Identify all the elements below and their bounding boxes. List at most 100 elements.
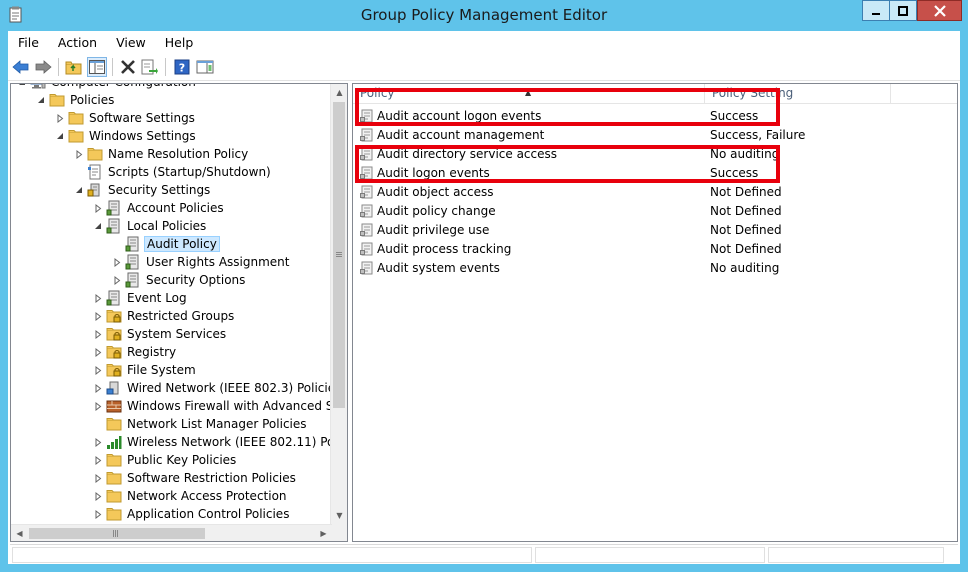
tree-item[interactable]: Audit Policy bbox=[111, 235, 220, 253]
console-tree[interactable]: Computer Configuration Policies Software S… bbox=[11, 84, 332, 524]
tree-item[interactable]: Policies bbox=[35, 91, 116, 109]
collapsed-arrow-icon[interactable] bbox=[111, 253, 123, 271]
show-hide-console-tree-button[interactable] bbox=[87, 57, 107, 77]
folder-icon bbox=[106, 506, 122, 522]
expander-placeholder bbox=[92, 415, 104, 433]
collapsed-arrow-icon[interactable] bbox=[92, 505, 104, 523]
tree-horizontal-scroll-thumb[interactable] bbox=[29, 528, 205, 539]
show-hide-action-pane-button[interactable] bbox=[195, 57, 215, 77]
tree-item[interactable]: Account Policies bbox=[92, 199, 226, 217]
tree-item[interactable]: User Rights Assignment bbox=[111, 253, 291, 271]
scroll-left-arrow-icon[interactable]: ◀ bbox=[11, 525, 28, 541]
maximize-button[interactable] bbox=[889, 0, 917, 21]
collapsed-arrow-icon[interactable] bbox=[92, 361, 104, 379]
tree-item[interactable]: Local Policies bbox=[92, 217, 208, 235]
tree-item[interactable]: Network Access Protection bbox=[92, 487, 289, 505]
tree-item[interactable]: Computer Configuration bbox=[16, 84, 198, 91]
collapsed-arrow-icon[interactable] bbox=[92, 289, 104, 307]
tree-item-label: Name Resolution Policy bbox=[108, 147, 249, 161]
menu-action[interactable]: Action bbox=[48, 35, 106, 50]
tree-item[interactable]: Security Options bbox=[111, 271, 247, 289]
export-list-button[interactable] bbox=[140, 57, 160, 77]
wireless-network-icon bbox=[106, 434, 122, 450]
collapsed-arrow-icon[interactable] bbox=[92, 325, 104, 343]
locked-folder-icon bbox=[106, 308, 122, 324]
tree-item[interactable]: Software Settings bbox=[54, 109, 197, 127]
policy-icon bbox=[125, 236, 141, 252]
tree-horizontal-scrollbar[interactable]: ◀ ▶ bbox=[11, 524, 332, 541]
menu-file[interactable]: File bbox=[8, 35, 48, 50]
collapsed-arrow-icon[interactable] bbox=[92, 379, 104, 397]
minimize-button[interactable] bbox=[862, 0, 890, 21]
scroll-down-arrow-icon[interactable]: ▼ bbox=[331, 507, 347, 524]
collapsed-arrow-icon[interactable] bbox=[92, 469, 104, 487]
locked-folder-icon bbox=[106, 344, 122, 360]
tree-item[interactable]: Wireless Network (IEEE 802.11) Policies bbox=[92, 433, 332, 451]
policy-name: Audit privilege use bbox=[377, 223, 490, 237]
tree-item[interactable]: Windows Firewall with Advanced Secu bbox=[92, 397, 332, 415]
collapsed-arrow-icon[interactable] bbox=[54, 109, 66, 127]
tree-vertical-scroll-thumb[interactable] bbox=[333, 102, 345, 408]
collapsed-arrow-icon[interactable] bbox=[111, 271, 123, 289]
tree-item[interactable]: System Services bbox=[92, 325, 228, 343]
tree-item[interactable]: Restricted Groups bbox=[92, 307, 236, 325]
status-cell-main bbox=[12, 547, 532, 563]
policy-name: Audit policy change bbox=[377, 204, 496, 218]
tree-item[interactable]: Windows Settings bbox=[54, 127, 198, 145]
tree-item[interactable]: Network List Manager Policies bbox=[92, 415, 309, 433]
tree-vertical-scrollbar[interactable]: ▲ ▼ bbox=[330, 84, 347, 524]
svg-text:?: ? bbox=[179, 62, 185, 75]
menu-help[interactable]: Help bbox=[155, 35, 203, 50]
tree-item[interactable]: Name Resolution Policy bbox=[73, 145, 250, 163]
policy-icon bbox=[106, 218, 122, 234]
folder-icon bbox=[106, 470, 122, 486]
policy-row[interactable]: Audit privilege use Not Defined bbox=[353, 221, 957, 240]
menu-view[interactable]: View bbox=[106, 35, 155, 50]
collapsed-arrow-icon[interactable] bbox=[92, 343, 104, 361]
tree-item[interactable]: Application Control Policies bbox=[92, 505, 291, 523]
collapsed-arrow-icon[interactable] bbox=[92, 307, 104, 325]
collapsed-arrow-icon[interactable] bbox=[92, 397, 104, 415]
scroll-up-arrow-icon[interactable]: ▲ bbox=[331, 84, 347, 101]
tree-item[interactable]: Public Key Policies bbox=[92, 451, 238, 469]
policy-icon bbox=[106, 290, 122, 306]
expanded-arrow-icon[interactable] bbox=[73, 181, 85, 199]
help-button[interactable]: ? bbox=[172, 57, 192, 77]
collapsed-arrow-icon[interactable] bbox=[92, 433, 104, 451]
tree-item[interactable]: Event Log bbox=[92, 289, 189, 307]
policy-row[interactable]: Audit account management Success, Failure bbox=[353, 126, 957, 145]
close-button[interactable] bbox=[917, 0, 962, 21]
details-pane[interactable]: Policy ▲ Policy Setting Audit account lo… bbox=[352, 83, 958, 542]
expanded-arrow-icon[interactable] bbox=[16, 84, 28, 91]
tree-item[interactable]: Scripts (Startup/Shutdown) bbox=[73, 163, 273, 181]
collapsed-arrow-icon[interactable] bbox=[92, 199, 104, 217]
up-one-level-button[interactable] bbox=[64, 57, 84, 77]
tree-item[interactable]: Security Settings bbox=[73, 181, 212, 199]
client-area: File Action View Help ? Policies Softwar… bbox=[8, 31, 960, 564]
title-bar[interactable]: Group Policy Management Editor bbox=[0, 0, 968, 31]
tree-item-label: Security Settings bbox=[108, 183, 211, 197]
tree-item-label: Windows Settings bbox=[89, 129, 196, 143]
expanded-arrow-icon[interactable] bbox=[35, 91, 47, 109]
collapsed-arrow-icon[interactable] bbox=[92, 451, 104, 469]
console-tree-pane[interactable]: Computer Configuration Policies Software S… bbox=[10, 83, 348, 542]
policy-row[interactable]: Audit process tracking Not Defined bbox=[353, 240, 957, 259]
policy-row[interactable]: Audit system events No auditing bbox=[353, 259, 957, 278]
tree-item[interactable]: Registry bbox=[92, 343, 178, 361]
tree-item[interactable]: File System bbox=[92, 361, 198, 379]
main-window: Group Policy Management Editor File Acti… bbox=[0, 0, 968, 572]
policy-row[interactable]: Audit object access Not Defined bbox=[353, 183, 957, 202]
forward-button[interactable] bbox=[33, 57, 53, 77]
back-button[interactable] bbox=[11, 57, 31, 77]
tree-item[interactable]: Wired Network (IEEE 802.3) Policies bbox=[92, 379, 332, 397]
delete-button[interactable] bbox=[118, 57, 138, 77]
tree-item-label: Local Policies bbox=[127, 219, 207, 233]
expanded-arrow-icon[interactable] bbox=[54, 127, 66, 145]
scroll-right-arrow-icon[interactable]: ▶ bbox=[315, 525, 332, 541]
policy-icon bbox=[125, 272, 141, 288]
tree-item[interactable]: Software Restriction Policies bbox=[92, 469, 298, 487]
expanded-arrow-icon[interactable] bbox=[92, 217, 104, 235]
policy-row[interactable]: Audit policy change Not Defined bbox=[353, 202, 957, 221]
collapsed-arrow-icon[interactable] bbox=[92, 487, 104, 505]
collapsed-arrow-icon[interactable] bbox=[73, 145, 85, 163]
